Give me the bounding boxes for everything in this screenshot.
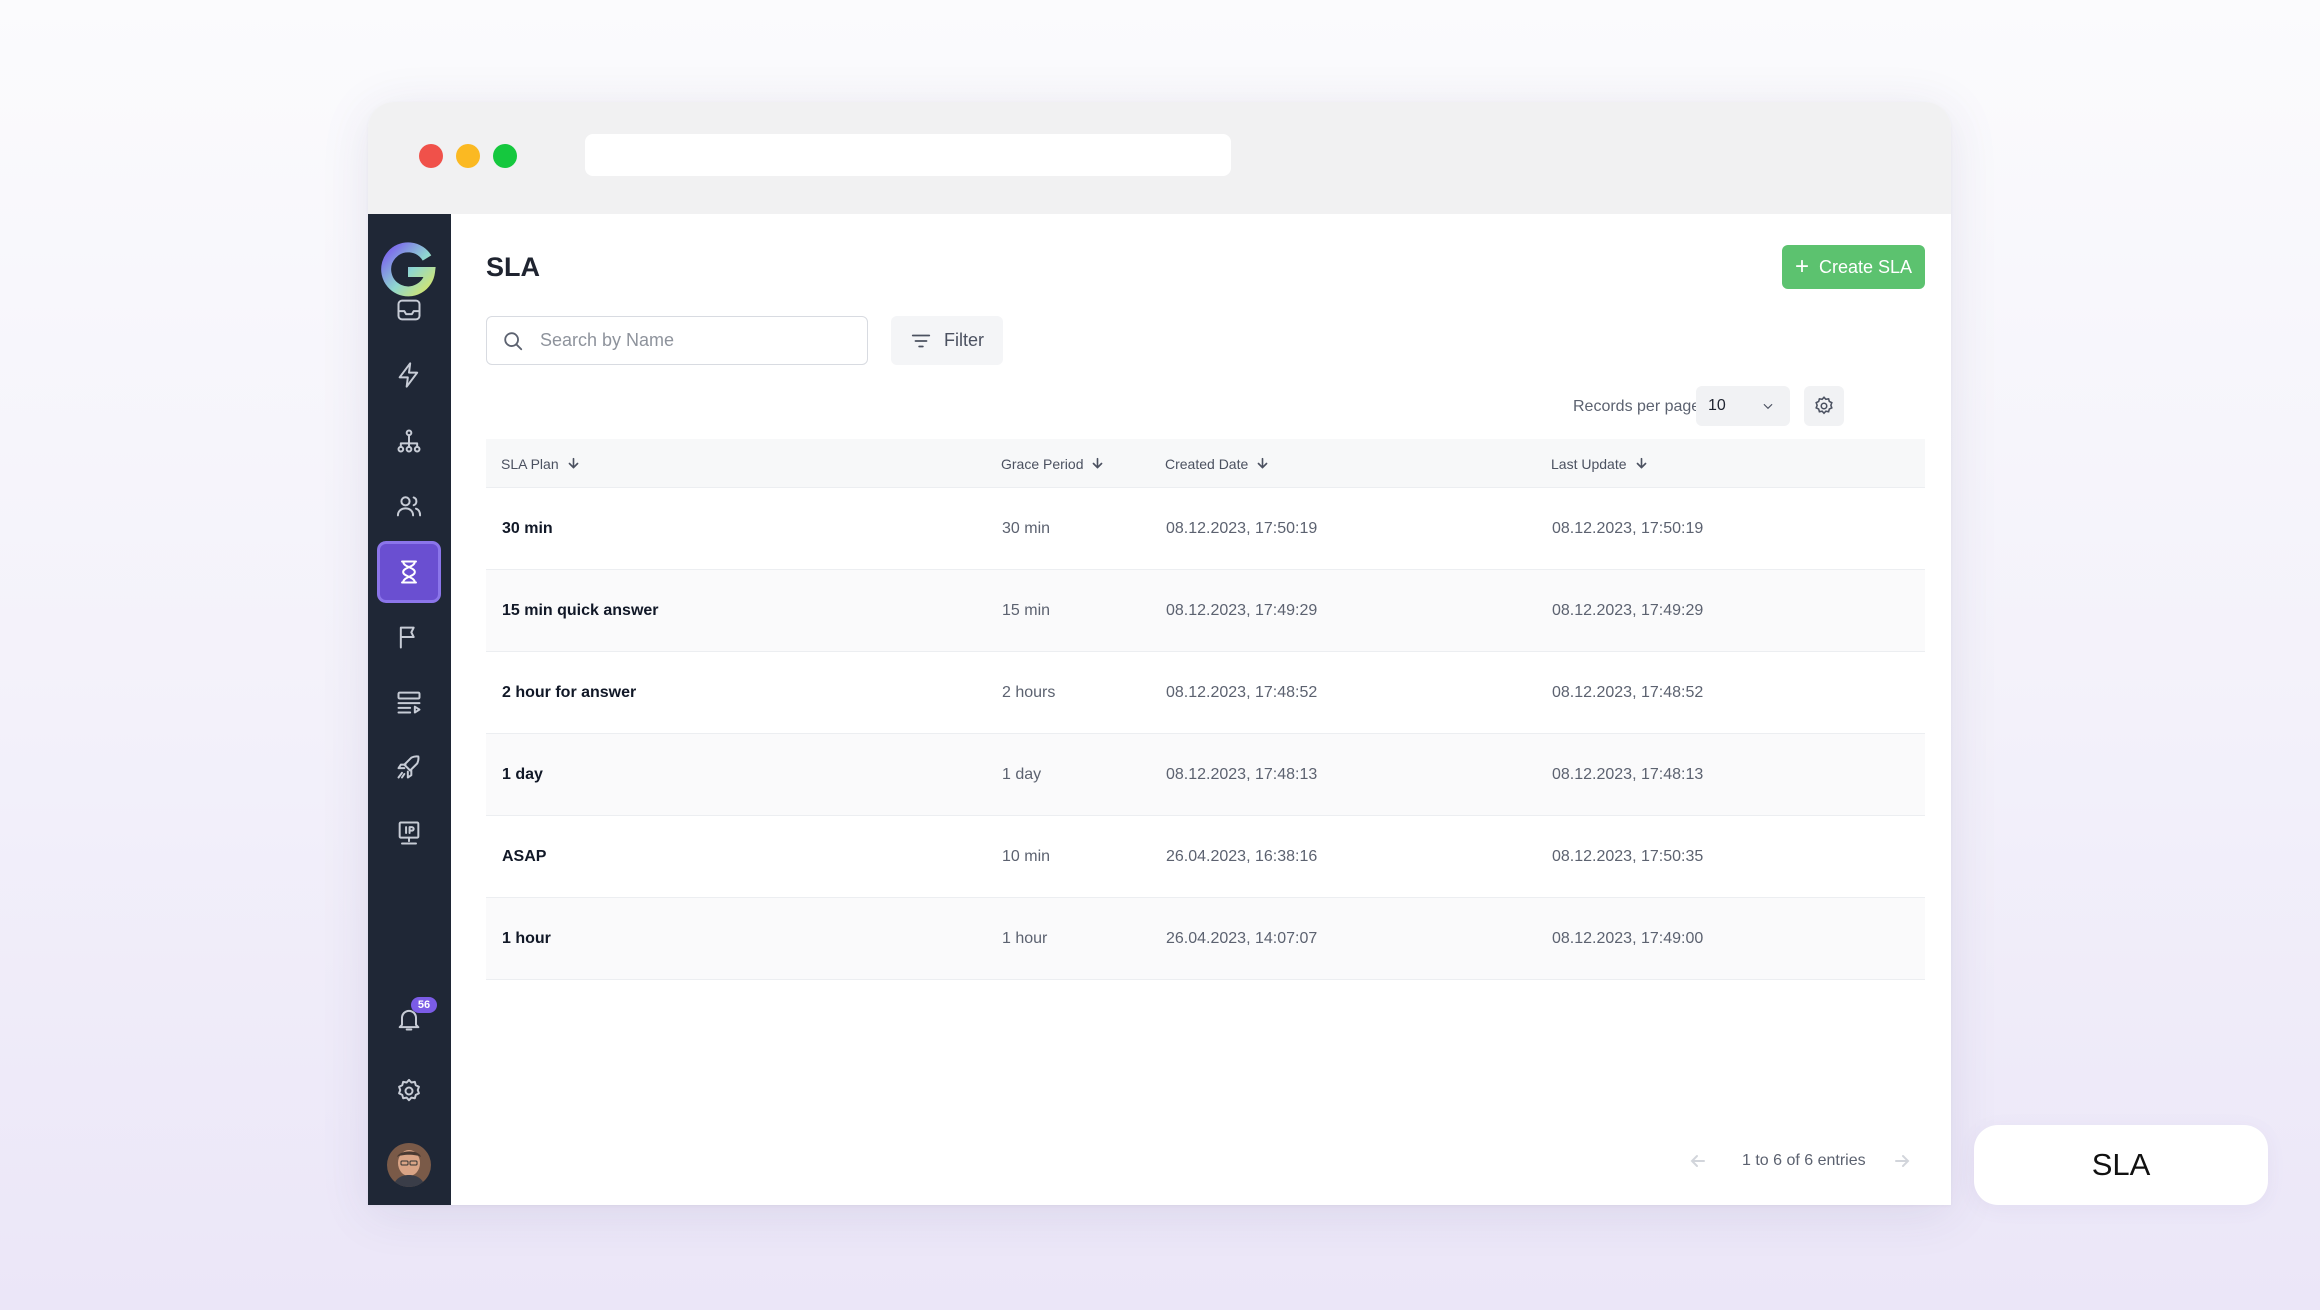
previous-page-button[interactable] — [1688, 1151, 1708, 1171]
user-avatar[interactable] — [387, 1143, 431, 1187]
last-update-cell: 08.12.2023, 17:49:00 — [1552, 929, 1704, 947]
nav-automation[interactable] — [377, 344, 441, 406]
arrow-right-icon — [1895, 1155, 1910, 1167]
maximize-window-button[interactable] — [493, 144, 517, 168]
grace-period-cell: 15 min — [1002, 601, 1051, 619]
search-icon — [504, 332, 523, 351]
table-settings-button[interactable] — [1804, 386, 1844, 426]
column-header-last-update[interactable]: Last Update — [1551, 439, 1648, 488]
nav-sla[interactable] — [377, 541, 441, 603]
plus-icon: + — [1794, 253, 1809, 280]
sla-plan-cell: ASAP — [502, 847, 547, 865]
address-bar[interactable] — [585, 134, 1231, 176]
feature-caption: SLA — [1974, 1125, 2268, 1205]
gear-icon — [1815, 396, 1833, 415]
table-header: SLA Plan Grace Period Created Date Last … — [486, 439, 1925, 488]
notifications-button[interactable]: 56 — [377, 988, 441, 1050]
sort-arrow-down-icon — [1636, 457, 1646, 469]
last-update-cell: 08.12.2023, 17:50:19 — [1552, 519, 1704, 537]
arrow-left-icon — [1690, 1155, 1705, 1167]
nav-settings[interactable] — [377, 1060, 441, 1122]
column-label: Last Update — [1551, 455, 1627, 472]
sla-plan-cell: 30 min — [502, 519, 553, 537]
nav-routing[interactable] — [377, 671, 441, 733]
column-label: Created Date — [1165, 455, 1249, 472]
sort-arrow-down-icon — [1257, 457, 1268, 469]
minimize-window-button[interactable] — [456, 144, 480, 168]
table-body: 30 min 30 min 08.12.2023, 17:50:19 08.12… — [486, 488, 1925, 980]
hourglass-icon — [401, 560, 417, 584]
sort-arrow-down-icon — [1093, 457, 1103, 469]
nav-ip[interactable] — [377, 802, 441, 864]
grace-period-cell: 1 day — [1002, 765, 1042, 783]
grace-period-cell: 10 min — [1002, 847, 1051, 865]
column-label: SLA Plan — [501, 455, 559, 472]
grace-period-cell: 2 hours — [1002, 683, 1056, 701]
column-header-grace-period[interactable]: Grace Period — [1001, 439, 1104, 488]
nav-structure[interactable] — [377, 410, 441, 472]
last-update-cell: 08.12.2023, 17:48:13 — [1552, 765, 1704, 783]
nav-launch[interactable] — [377, 736, 441, 798]
sla-table: SLA Plan Grace Period Created Date Last … — [486, 439, 1925, 980]
created-date-cell: 08.12.2023, 17:50:19 — [1166, 519, 1318, 537]
notification-count-badge: 56 — [411, 997, 437, 1013]
table-row[interactable]: 30 min 30 min 08.12.2023, 17:50:19 08.12… — [486, 488, 1925, 570]
column-header-created-date[interactable]: Created Date — [1165, 439, 1269, 488]
records-per-page-select[interactable]: 10 — [1696, 386, 1790, 426]
sla-plan-cell: 1 hour — [502, 929, 551, 947]
filter-button[interactable]: Filter — [891, 316, 1003, 365]
column-header-sla-plan[interactable]: SLA Plan — [501, 439, 580, 488]
last-update-cell: 08.12.2023, 17:48:52 — [1552, 683, 1704, 701]
page-title: SLA — [486, 252, 540, 282]
sort-arrow-down-icon — [568, 457, 578, 469]
sla-plan-cell: 1 day — [502, 765, 543, 783]
grace-period-cell: 1 hour — [1002, 929, 1048, 947]
nav-users[interactable] — [377, 475, 441, 537]
create-sla-button[interactable]: + Create SLA — [1782, 245, 1925, 289]
created-date-cell: 08.12.2023, 17:49:29 — [1166, 601, 1318, 619]
created-date-cell: 26.04.2023, 16:38:16 — [1166, 847, 1318, 865]
sla-plan-cell: 2 hour for answer — [502, 683, 637, 701]
records-per-page-label: Records per page — [1573, 398, 1701, 415]
table-row[interactable]: 1 hour 1 hour 26.04.2023, 14:07:07 08.12… — [486, 898, 1925, 980]
next-page-button[interactable] — [1892, 1151, 1912, 1171]
search-input[interactable] — [540, 317, 860, 364]
ip-monitor-icon — [398, 821, 420, 845]
created-date-cell: 08.12.2023, 17:48:13 — [1166, 765, 1318, 783]
grace-period-cell: 30 min — [1002, 519, 1051, 537]
column-label: Grace Period — [1001, 455, 1084, 472]
created-date-cell: 08.12.2023, 17:48:52 — [1166, 683, 1318, 701]
records-per-page-value: 10 — [1708, 397, 1726, 414]
sla-plan-cell: 15 min quick answer — [502, 601, 659, 619]
last-update-cell: 08.12.2023, 17:49:29 — [1552, 601, 1704, 619]
last-update-cell: 08.12.2023, 17:50:35 — [1552, 847, 1704, 865]
routing-icon — [397, 691, 421, 714]
table-row[interactable]: 1 day 1 day 08.12.2023, 17:48:13 08.12.2… — [486, 734, 1925, 816]
created-date-cell: 26.04.2023, 14:07:07 — [1166, 929, 1318, 947]
hierarchy-icon — [397, 429, 421, 453]
flag-icon — [399, 626, 415, 649]
table-row[interactable]: 2 hour for answer 2 hours 08.12.2023, 17… — [486, 652, 1925, 734]
main-content: SLA + Create SLA Filter Records per page… — [451, 214, 1951, 1205]
close-window-button[interactable] — [419, 144, 443, 168]
pagination-summary: 1 to 6 of 6 entries — [1742, 1152, 1866, 1169]
table-row[interactable]: ASAP 10 min 26.04.2023, 16:38:16 08.12.2… — [486, 816, 1925, 898]
browser-titlebar — [368, 102, 1951, 214]
browser-window: 56 SLA + Create SLA Filt — [368, 102, 1951, 1205]
chevron-down-icon — [1763, 403, 1773, 410]
filter-label: Filter — [944, 330, 984, 350]
nav-flags[interactable] — [377, 606, 441, 668]
lightning-icon — [398, 362, 419, 388]
users-icon — [396, 496, 422, 517]
inbox-icon — [397, 299, 421, 321]
rocket-icon — [397, 755, 420, 779]
nav-inbox[interactable] — [377, 279, 441, 341]
gear-icon — [398, 1078, 420, 1102]
search-box — [486, 316, 868, 365]
create-sla-label: Create SLA — [1818, 256, 1913, 277]
sidebar: 56 — [368, 214, 451, 1205]
table-row[interactable]: 15 min quick answer 15 min 08.12.2023, 1… — [486, 570, 1925, 652]
filter-icon — [911, 334, 931, 347]
